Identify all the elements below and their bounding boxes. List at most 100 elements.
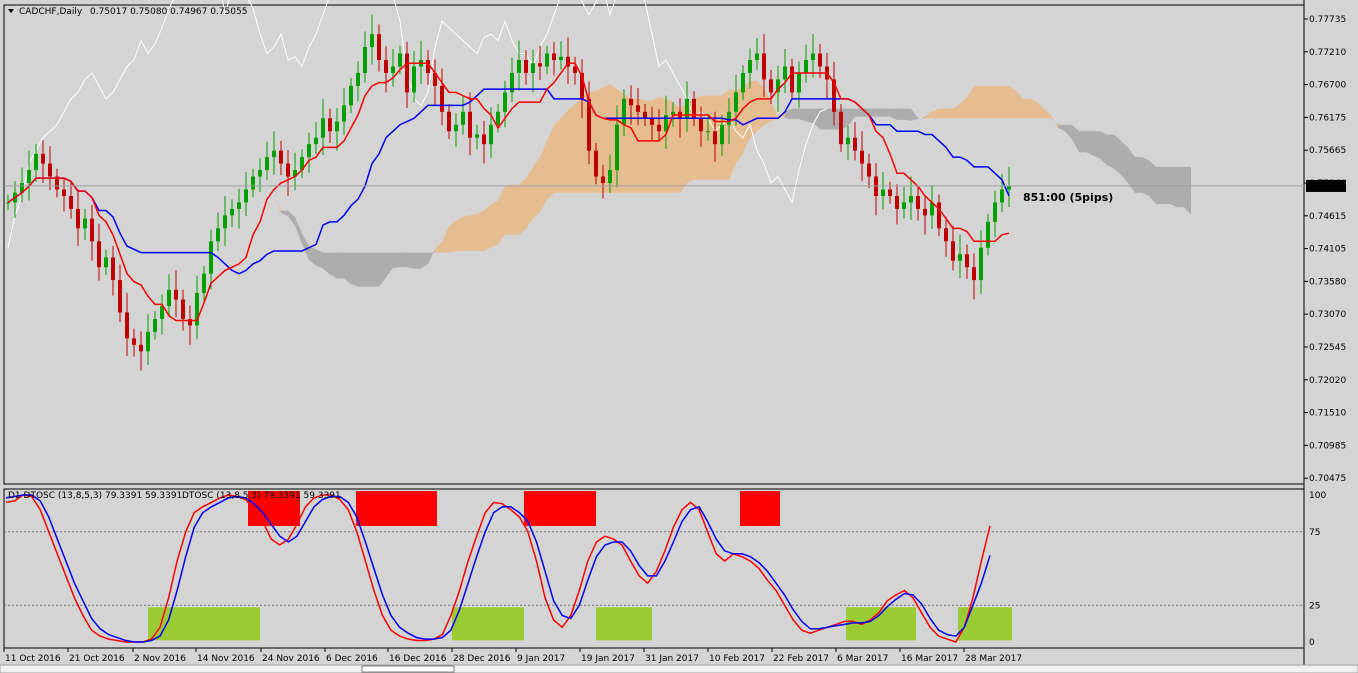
price-panel[interactable]: [3, 4, 1305, 485]
candle-body: [657, 124, 661, 132]
candle-body: [601, 176, 605, 184]
candle-body: [587, 98, 591, 151]
candle-body: [104, 257, 108, 268]
kumo-segment: [484, 204, 491, 251]
candle-body: [398, 53, 402, 67]
candle-body: [1000, 189, 1004, 203]
candle-body: [76, 208, 80, 229]
kumo-segment: [1002, 85, 1009, 119]
price-tick-label: 0.73580: [1309, 277, 1346, 287]
kumo-segment: [883, 108, 890, 117]
scrollbar-thumb[interactable]: [361, 665, 455, 673]
candle-body: [139, 344, 143, 352]
date-tick-label: 16 Mar 2017: [901, 654, 958, 664]
date-tick-label: 14 Nov 2016: [197, 654, 255, 664]
price-tick-label: 0.72020: [1309, 376, 1346, 386]
kumo-segment: [701, 95, 708, 180]
kumo-segment: [414, 252, 421, 269]
oscillator-tick-label: 0: [1309, 638, 1315, 648]
kumo-segment: [351, 252, 358, 287]
price-tick-label: 0.76700: [1309, 81, 1346, 91]
candle-body: [426, 60, 430, 73]
candle-body: [230, 208, 234, 216]
kumo-segment: [1114, 134, 1121, 175]
chart-svg: 0.750550.777350.772100.767000.761750.756…: [0, 0, 1358, 673]
candle-body: [363, 47, 367, 73]
kumo-segment: [1142, 157, 1149, 196]
kumo-segment: [876, 108, 883, 117]
candle-body: [314, 137, 318, 145]
candle-body: [307, 144, 311, 158]
candle-body: [797, 72, 801, 93]
candle-body: [27, 170, 31, 184]
oversold-zone: [596, 607, 652, 641]
candle-body: [496, 111, 500, 125]
kumo-segment: [897, 108, 904, 120]
candle-body: [244, 189, 248, 203]
candle-body: [405, 53, 409, 93]
candle-body: [888, 189, 892, 196]
candle-body: [951, 241, 955, 261]
candle-body: [167, 289, 171, 306]
date-tick-label: 22 Feb 2017: [773, 654, 829, 664]
candle-body: [440, 85, 444, 112]
candle-body: [174, 289, 178, 300]
candle-body: [972, 267, 976, 281]
kumo-segment: [463, 215, 470, 251]
horizontal-scrollbar[interactable]: [0, 664, 1358, 673]
kumo-segment: [995, 85, 1002, 119]
candle-body: [62, 189, 66, 196]
candle-body: [720, 124, 724, 145]
candle-body: [923, 208, 927, 216]
overbought-zone: [740, 491, 780, 526]
date-tick-label: 24 Nov 2016: [262, 654, 320, 664]
symbol-title: CADCHF,Daily: [19, 7, 83, 17]
candle-body: [734, 92, 738, 112]
candle-body: [258, 170, 262, 177]
candle-body: [958, 254, 962, 261]
candle-body: [349, 85, 353, 106]
kumo-segment: [407, 252, 414, 269]
kumo-segment: [358, 252, 365, 287]
candle-body: [573, 66, 577, 73]
date-tick-label: 28 Dec 2016: [453, 654, 511, 664]
candle-body: [839, 111, 843, 145]
candle-body: [132, 338, 136, 345]
kumo-segment: [477, 210, 484, 251]
kumo-segment: [1023, 98, 1030, 119]
date-tick-label: 21 Oct 2016: [69, 654, 125, 664]
kumo-segment: [512, 184, 519, 235]
oscillator-title: D1 DTOSC (13,8,5,3) 79.3391 59.3391: [8, 491, 182, 501]
kumo-segment: [652, 97, 659, 193]
candle-body: [741, 72, 745, 93]
candle-body: [860, 150, 864, 164]
price-tick-label: 0.73070: [1309, 310, 1346, 320]
chart-root[interactable]: 0.75055 0.77735 0.77210 0.76700 0.76175 0.756…: [0, 0, 1358, 673]
candle-body: [489, 124, 493, 145]
candle-body: [650, 118, 654, 125]
kumo-segment: [659, 97, 666, 193]
candle-body: [818, 53, 822, 67]
oscillator-tick-label: 75: [1309, 528, 1320, 538]
candle-body: [335, 121, 339, 132]
kumo-segment: [1107, 134, 1114, 169]
candle-body: [118, 280, 122, 313]
kumo-segment: [568, 104, 575, 193]
candle-body: [979, 247, 983, 281]
candle-body: [881, 189, 885, 196]
candle-body: [755, 53, 759, 61]
kumo-segment: [533, 157, 540, 219]
candle-body: [895, 195, 899, 209]
candle-body: [90, 218, 94, 242]
candle-body: [377, 34, 381, 61]
kumo-segment: [505, 184, 512, 235]
oversold-zone: [452, 607, 524, 641]
overbought-zone: [524, 491, 596, 526]
kumo-segment: [491, 200, 498, 248]
candle-body: [937, 202, 941, 229]
candle-body: [216, 228, 220, 242]
kumo-segment: [316, 249, 323, 269]
candle-body: [762, 53, 766, 80]
candle-body: [272, 150, 276, 158]
kumo-segment: [330, 252, 337, 279]
